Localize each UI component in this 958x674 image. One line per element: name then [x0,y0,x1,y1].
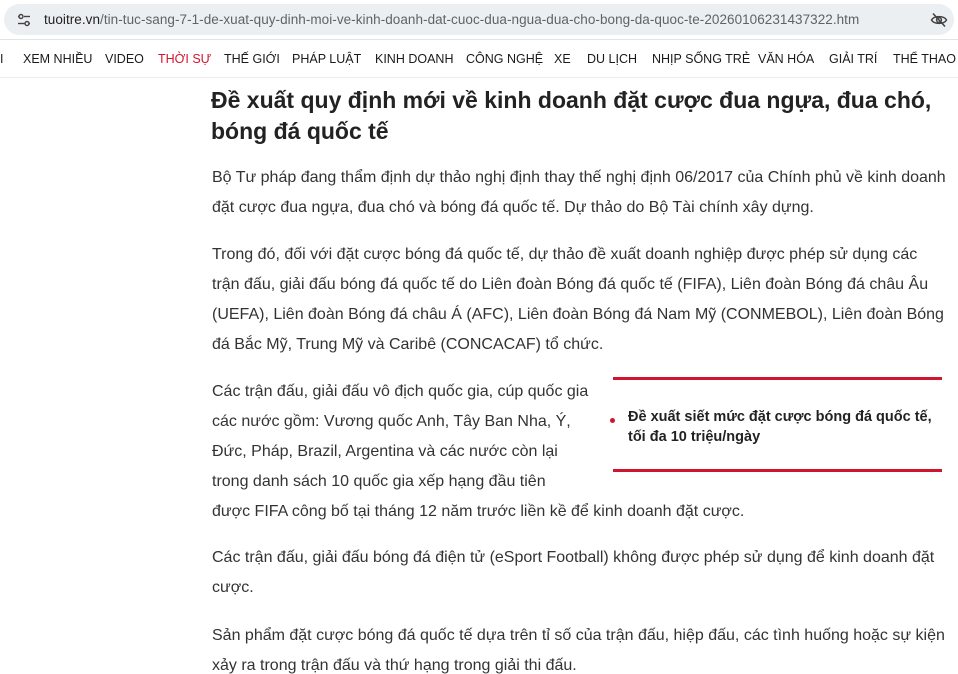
nav-item-xe[interactable]: XE [554,52,571,66]
article-paragraph: Các trận đấu, giải đấu vô địch quốc gia,… [212,383,589,490]
nav-item-giai-tri[interactable]: GIẢI TRÍ [829,52,877,66]
nav-item-the-thao[interactable]: THỂ THAO [893,52,956,66]
article-paragraph: Trong đó, đối với đặt cược bóng đá quốc … [212,246,944,353]
nav-item-xem-nhieu[interactable]: XEM NHIỀU [23,52,92,66]
related-article-link[interactable]: Đề xuất siết mức đặt cược bóng đá quốc t… [628,407,948,447]
article-paragraph: được FIFA công bố tại tháng 12 năm trước… [212,503,745,520]
nav-item-kinh-doanh[interactable]: KINH DOANH [375,52,453,66]
nav-item-phap-luat[interactable]: PHÁP LUẬT [292,52,361,66]
bullet-icon [610,418,615,423]
nav-item-video[interactable]: VIDEO [105,52,144,66]
url-text[interactable]: tuoitre.vn/tin-tuc-sang-7-1-de-xuat-quy-… [44,12,859,28]
category-nav: I XEM NHIỀU VIDEO THỜI SỰ THẾ GIỚI PHÁP … [0,40,958,78]
nav-item-van-hoa[interactable]: VĂN HÓA [758,52,814,66]
tune-icon[interactable] [16,12,32,28]
nav-item-cong-nghe[interactable]: CÔNG NGHỆ [466,52,543,66]
article-paragraph: Các trận đấu, giải đấu bóng đá điện tử (… [212,549,935,596]
eye-off-icon[interactable] [930,11,948,29]
nav-item-nhip-song-tre[interactable]: NHỊP SỐNG TRẺ [652,52,750,66]
nav-item-du-lich[interactable]: DU LỊCH [587,52,637,66]
nav-item-thoi-su[interactable]: THỜI SỰ [158,52,211,66]
related-article-box: Đề xuất siết mức đặt cược bóng đá quốc t… [610,377,942,472]
nav-item-partial[interactable]: I [0,52,3,66]
address-bar: tuoitre.vn/tin-tuc-sang-7-1-de-xuat-quy-… [0,0,958,40]
omnibox[interactable]: tuoitre.vn/tin-tuc-sang-7-1-de-xuat-quy-… [4,4,954,35]
url-host: tuoitre.vn [44,12,101,27]
url-path: /tin-tuc-sang-7-1-de-xuat-quy-dinh-moi-v… [100,12,860,27]
article-paragraph: Sản phẩm đặt cược bóng đá quốc tế dựa tr… [212,627,945,674]
article-paragraph: Bộ Tư pháp đang thẩm định dự thảo nghị đ… [212,169,946,216]
nav-item-the-gioi[interactable]: THẾ GIỚI [224,52,280,66]
article-title: Đề xuất quy định mới về kinh doanh đặt c… [211,87,932,144]
